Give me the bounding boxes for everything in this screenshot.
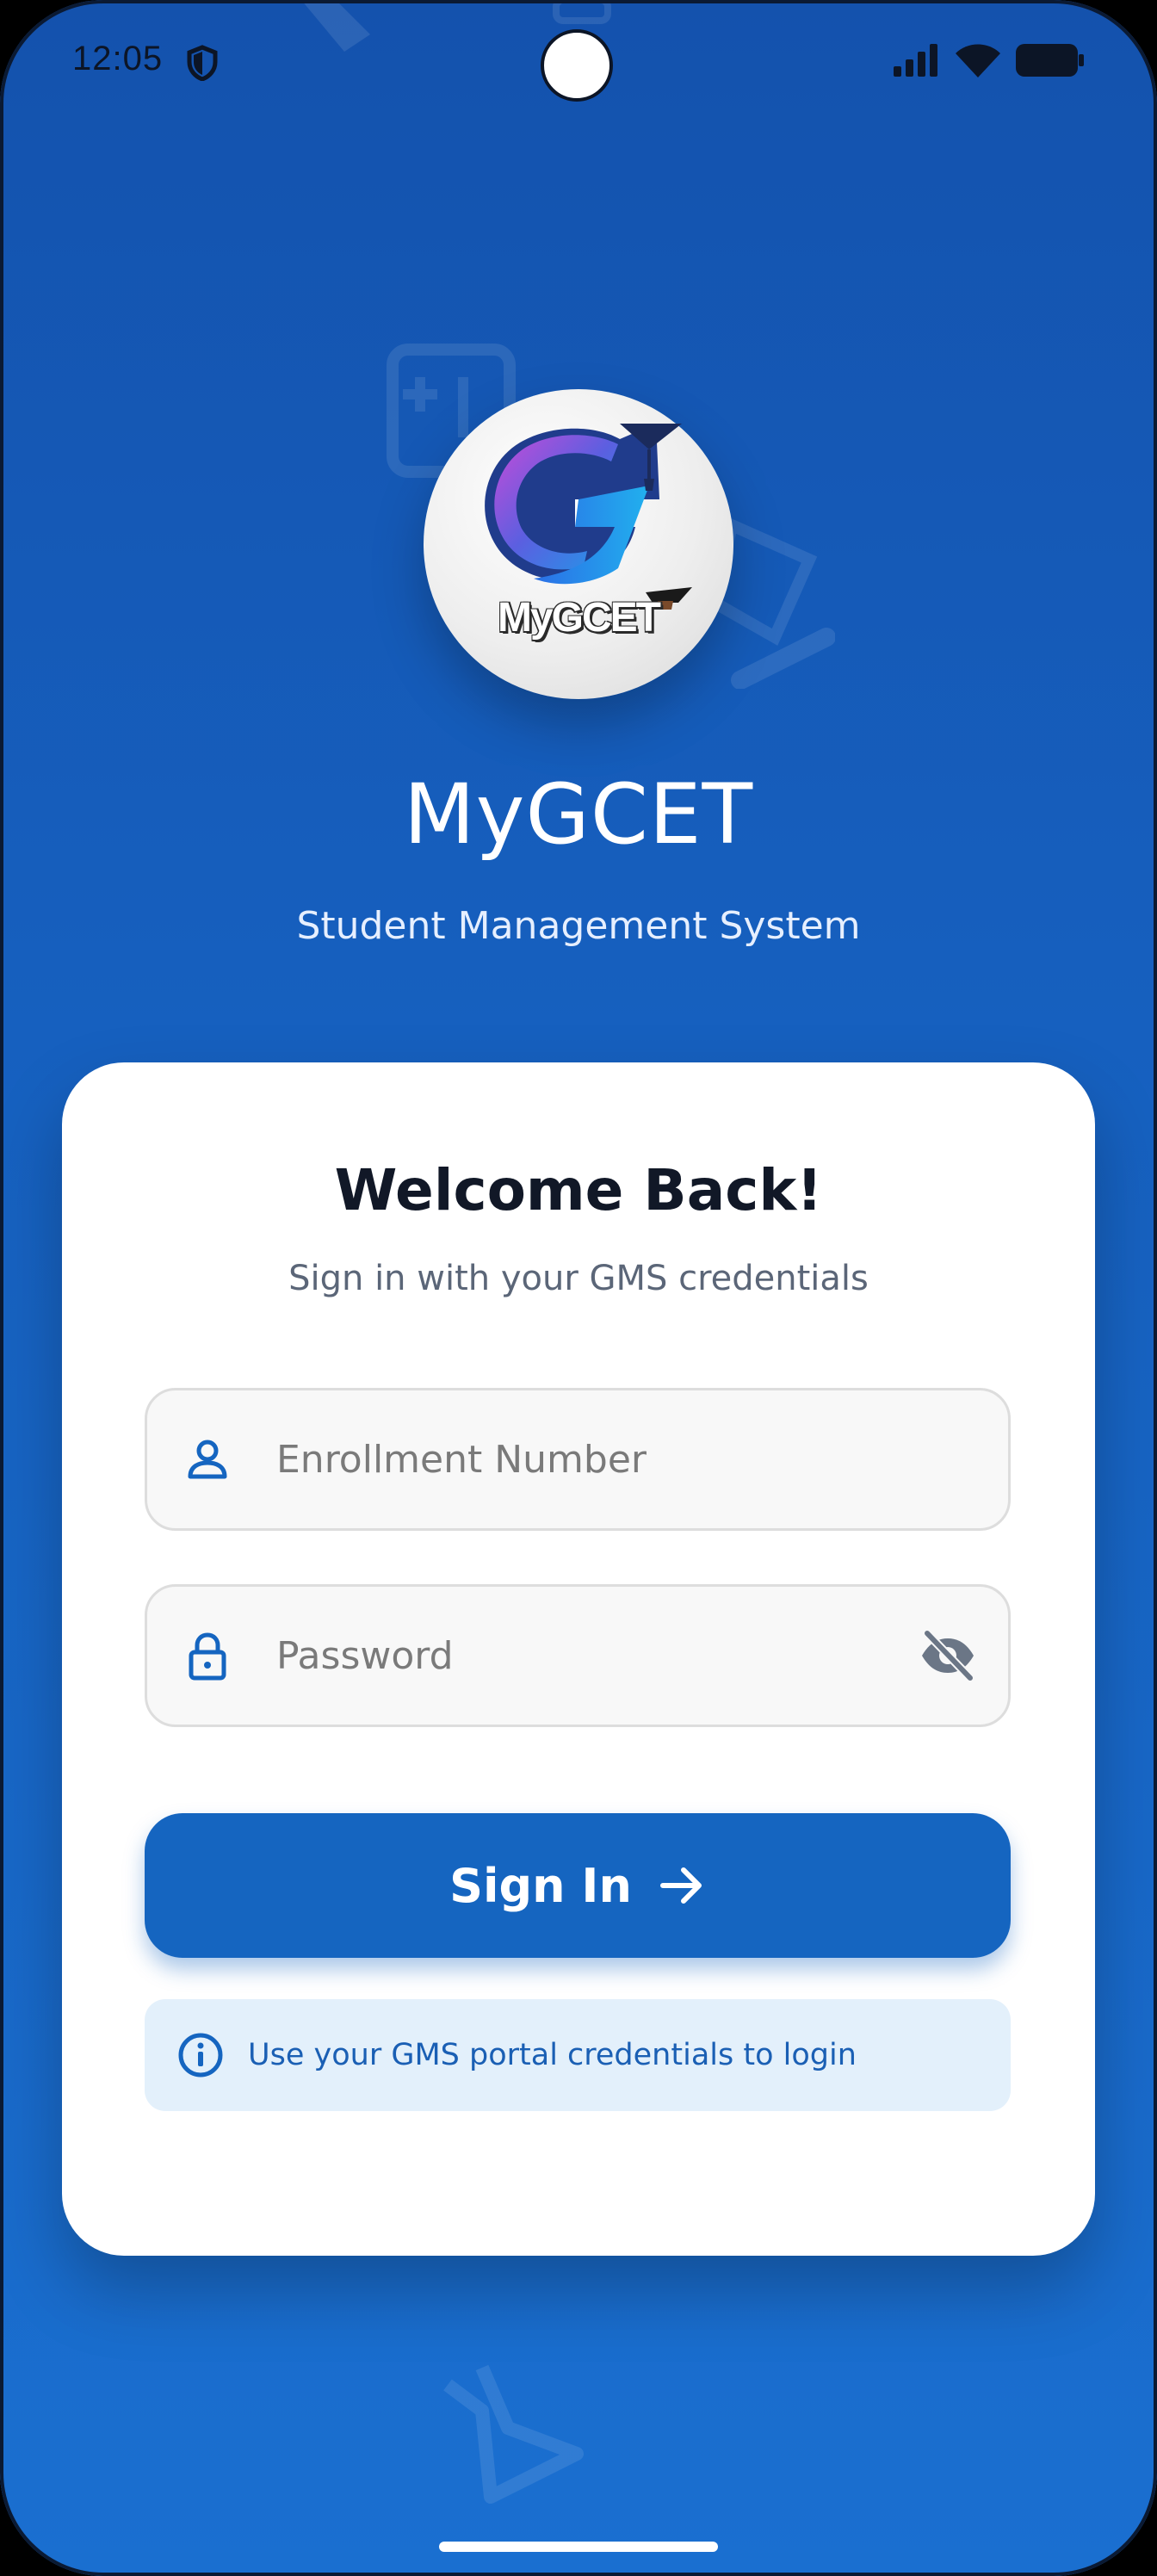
password-input[interactable]: [276, 1587, 913, 1725]
info-text: Use your GMS portal credentials to login: [248, 2038, 857, 2072]
app-logo: MyGCET: [424, 389, 733, 699]
phone-screen: 12:05 MyGCET MyGCET Student Management S…: [0, 0, 1157, 2576]
status-time: 12:05: [72, 40, 164, 77]
front-camera: [541, 29, 613, 102]
app-subtitle: Student Management System: [296, 904, 861, 948]
card-subtitle: Sign in with your GMS credentials: [288, 1259, 869, 1298]
login-card: Welcome Back! Sign in with your GMS cred…: [62, 1062, 1095, 2256]
password-field[interactable]: [145, 1584, 1011, 1727]
person-icon: [182, 1434, 233, 1485]
enrollment-field[interactable]: [145, 1388, 1011, 1531]
logo-text: MyGCET: [497, 595, 661, 641]
wifi-icon: [956, 43, 1000, 77]
flask-decoration-icon: [430, 2359, 585, 2523]
sign-in-button[interactable]: Sign In: [145, 1813, 1011, 1958]
status-icons: [894, 43, 1085, 77]
signal-icon: [894, 44, 940, 77]
app-title: MyGCET: [403, 766, 754, 863]
arrow-right-icon: [658, 1861, 706, 1910]
lock-icon: [182, 1630, 233, 1681]
enrollment-input[interactable]: [276, 1390, 913, 1528]
shield-icon: [186, 45, 219, 82]
battery-icon: [1016, 44, 1085, 77]
sign-in-label: Sign In: [449, 1858, 632, 1913]
status-bar: 12:05: [0, 0, 1157, 129]
home-indicator[interactable]: [439, 2542, 718, 2552]
info-icon: [177, 2032, 224, 2078]
info-banner: Use your GMS portal credentials to login: [145, 1999, 1011, 2111]
eye-off-icon[interactable]: [917, 1625, 979, 1687]
card-title: Welcome Back!: [334, 1157, 823, 1223]
